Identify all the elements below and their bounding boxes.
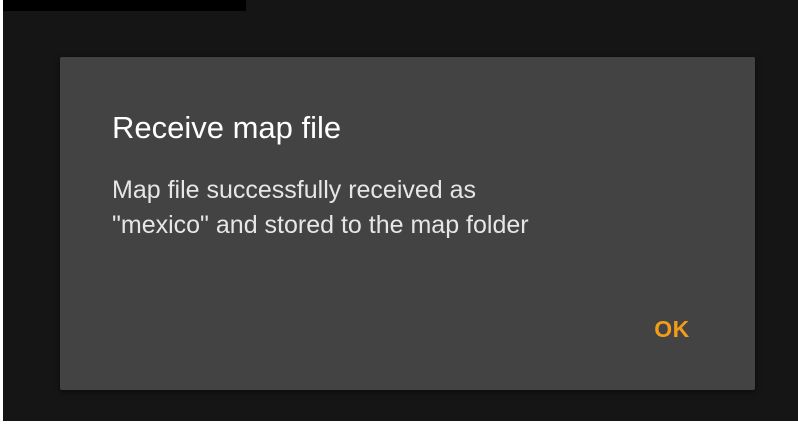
receive-map-dialog: Receive map file Map file successfully r… — [60, 57, 755, 390]
dialog-title: Receive map file — [112, 110, 342, 145]
dialog-message-line-1: Map file successfully received as — [112, 176, 477, 204]
dialog-message-line-2: "mexico" and stored to the map folder — [112, 211, 529, 239]
status-bar-strip — [3, 0, 246, 11]
app-screen: Receive map file Map file successfully r… — [3, 0, 798, 421]
ok-button[interactable]: OK — [627, 303, 717, 355]
dialog-message: Map file successfully received as "mexic… — [112, 173, 712, 243]
